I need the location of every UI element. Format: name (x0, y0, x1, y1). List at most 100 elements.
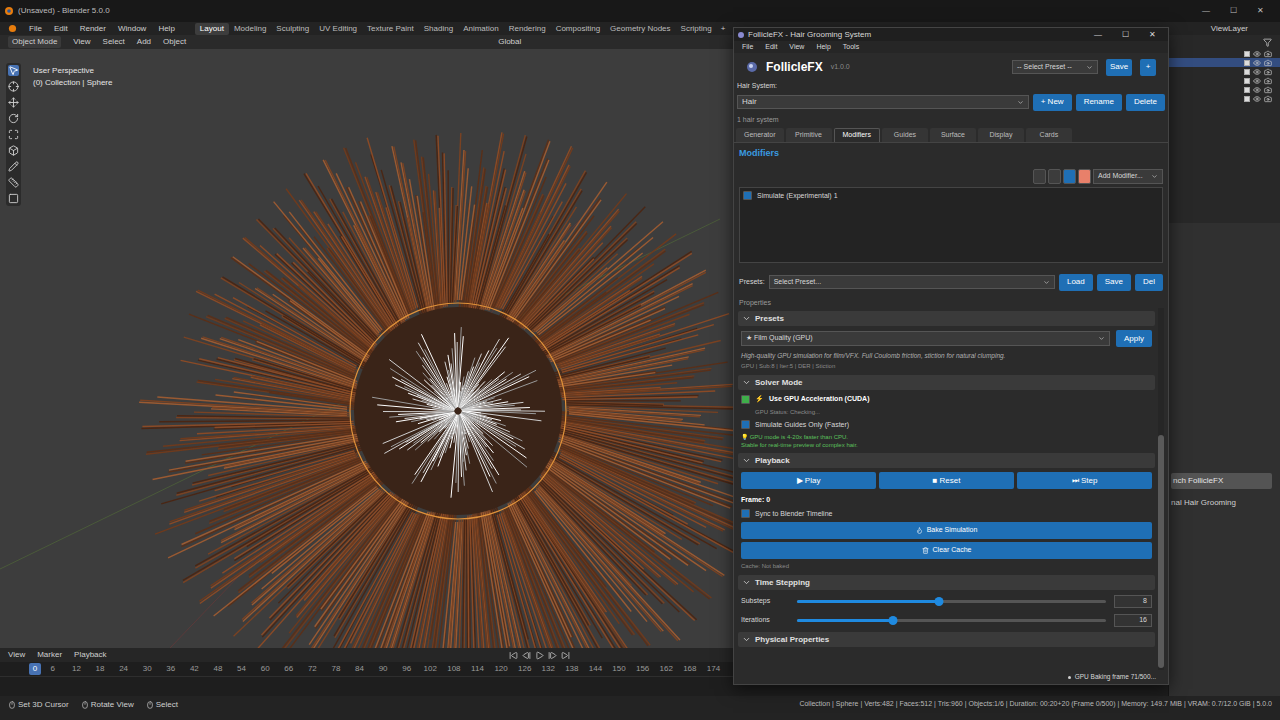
camera-icon[interactable] (1264, 77, 1272, 85)
section-header[interactable]: Solver Mode (738, 375, 1155, 390)
modifier-checkbox[interactable] (743, 191, 752, 200)
workspace-tab[interactable]: Modeling (229, 23, 271, 35)
slider-track[interactable] (797, 600, 1106, 603)
mode-select[interactable]: Object Mode (8, 36, 61, 48)
section-header[interactable]: Presets (738, 311, 1155, 326)
outliner-row[interactable] (1169, 76, 1280, 85)
hair-system-dropdown[interactable]: Hair (737, 95, 1029, 109)
outliner-row[interactable] (1169, 67, 1280, 76)
slider-value[interactable]: 8 (1114, 595, 1152, 608)
menu-item[interactable]: Render (80, 23, 106, 35)
window-control[interactable]: — (1202, 5, 1210, 17)
camera-icon[interactable] (1264, 50, 1272, 58)
include-checkbox[interactable] (1244, 51, 1250, 57)
tool-icon[interactable] (8, 81, 19, 92)
system-button[interactable]: Rename (1076, 94, 1122, 111)
gpu-checkbox[interactable] (741, 395, 750, 404)
plugin-menu-item[interactable]: Tools (843, 42, 859, 53)
guides-only-toggle[interactable]: Simulate Guides Only (Faster) (741, 420, 1152, 431)
bake-button[interactable]: Bake Simulation (741, 522, 1152, 539)
current-frame[interactable]: 0 (29, 663, 41, 675)
workspace-tab[interactable]: Shading (419, 23, 458, 35)
simulation-preset-dropdown[interactable]: ★ Film Quality (GPU) (741, 331, 1110, 346)
menu-item[interactable]: Edit (54, 23, 68, 35)
section-header[interactable]: Playback (738, 453, 1155, 468)
window-control[interactable]: ✕ (1257, 5, 1264, 17)
toolbar-button[interactable] (1033, 169, 1046, 184)
playback-button[interactable]: ▶ Play (741, 472, 876, 489)
timeline-menu[interactable]: View (8, 649, 25, 661)
slider-thumb[interactable] (888, 616, 897, 625)
camera-icon[interactable] (1264, 59, 1272, 67)
menu-item[interactable]: File (29, 23, 42, 35)
eye-icon[interactable] (1253, 77, 1261, 85)
viewport-menu[interactable]: Add (137, 36, 151, 48)
workspace-tab[interactable]: Rendering (504, 23, 551, 35)
outliner-row[interactable] (1169, 49, 1280, 58)
viewport-menu[interactable]: Select (103, 36, 125, 48)
workspace-tab[interactable]: Sculpting (271, 23, 314, 35)
eye-icon[interactable] (1253, 95, 1261, 103)
save-button[interactable]: Save (1106, 59, 1132, 76)
workspace-tab[interactable]: Texture Paint (362, 23, 419, 35)
toolbar-button[interactable] (1078, 169, 1091, 184)
workspace-tab[interactable]: Animation (458, 23, 504, 35)
plugin-menu-item[interactable]: File (742, 42, 753, 53)
scrollbar[interactable] (1158, 308, 1164, 670)
system-button[interactable]: + New (1033, 94, 1072, 111)
tab[interactable]: Cards (1026, 128, 1072, 142)
preset-dropdown[interactable]: -- Select Preset -- (1012, 60, 1098, 74)
filter-icon[interactable] (1263, 38, 1272, 47)
toolbar-button[interactable] (1063, 169, 1076, 184)
slider-value[interactable]: 16 (1114, 614, 1152, 627)
tool-icon[interactable] (8, 65, 19, 76)
playback-button[interactable]: ⏭ Step (1017, 472, 1152, 489)
include-checkbox[interactable] (1244, 60, 1250, 66)
system-button[interactable]: Delete (1126, 94, 1165, 111)
add-workspace[interactable]: + (717, 23, 730, 35)
workspace-tab[interactable]: UV Editing (314, 23, 362, 35)
include-checkbox[interactable] (1244, 78, 1250, 84)
include-checkbox[interactable] (1244, 69, 1250, 75)
guides-only-checkbox[interactable] (741, 420, 750, 429)
clear-cache-button[interactable]: Clear Cache (741, 542, 1152, 559)
playback-icon[interactable] (561, 651, 570, 660)
tab[interactable]: Surface (930, 128, 976, 142)
timeline-menu[interactable]: Playback (74, 649, 106, 661)
preset-button[interactable]: Del (1135, 274, 1163, 291)
workspace-tab[interactable]: Geometry Nodes (605, 23, 675, 35)
outliner-row[interactable] (1169, 94, 1280, 103)
eye-icon[interactable] (1253, 68, 1261, 76)
modifier-item[interactable]: Simulate (Experimental) 1 (743, 191, 1159, 202)
include-checkbox[interactable] (1244, 87, 1250, 93)
launch-button[interactable]: nch FollicleFX (1171, 473, 1272, 489)
workspace-tab[interactable]: Scripting (676, 23, 717, 35)
slider-thumb[interactable] (935, 597, 944, 606)
tab[interactable]: Generator (736, 128, 784, 142)
view-layer[interactable]: ViewLayer (1211, 23, 1272, 35)
outliner-row[interactable] (1169, 58, 1280, 67)
playback-icon[interactable] (548, 651, 557, 660)
playback-icon[interactable] (509, 651, 518, 660)
eye-icon[interactable] (1253, 59, 1261, 67)
orientation-select[interactable]: Global (498, 36, 521, 48)
gpu-toggle[interactable]: ⚡Use GPU Acceleration (CUDA) (741, 394, 1152, 405)
properties-scroll[interactable]: Presets★ Film Quality (GPU)ApplyHigh-qua… (738, 308, 1164, 670)
workspace-tab[interactable]: Layout (195, 23, 229, 35)
tab[interactable]: Display (978, 128, 1024, 142)
outliner-row[interactable] (1169, 85, 1280, 94)
include-checkbox[interactable] (1244, 96, 1250, 102)
window-control[interactable]: — (1094, 29, 1102, 41)
camera-icon[interactable] (1264, 68, 1272, 76)
tool-icon[interactable] (8, 177, 19, 188)
viewport-menu[interactable]: View (73, 36, 90, 48)
menu-item[interactable]: Help (158, 23, 174, 35)
sync-toggle[interactable]: Sync to Blender Timeline (741, 509, 1152, 520)
preset-button[interactable]: Load (1059, 274, 1093, 291)
apply-button[interactable]: Apply (1116, 330, 1152, 347)
blender-menu-icon[interactable] (8, 24, 17, 33)
slider-track[interactable] (797, 619, 1106, 622)
viewport-menu[interactable]: Object (163, 36, 186, 48)
tab[interactable]: Primitive (786, 128, 832, 142)
tool-icon[interactable] (8, 193, 19, 204)
